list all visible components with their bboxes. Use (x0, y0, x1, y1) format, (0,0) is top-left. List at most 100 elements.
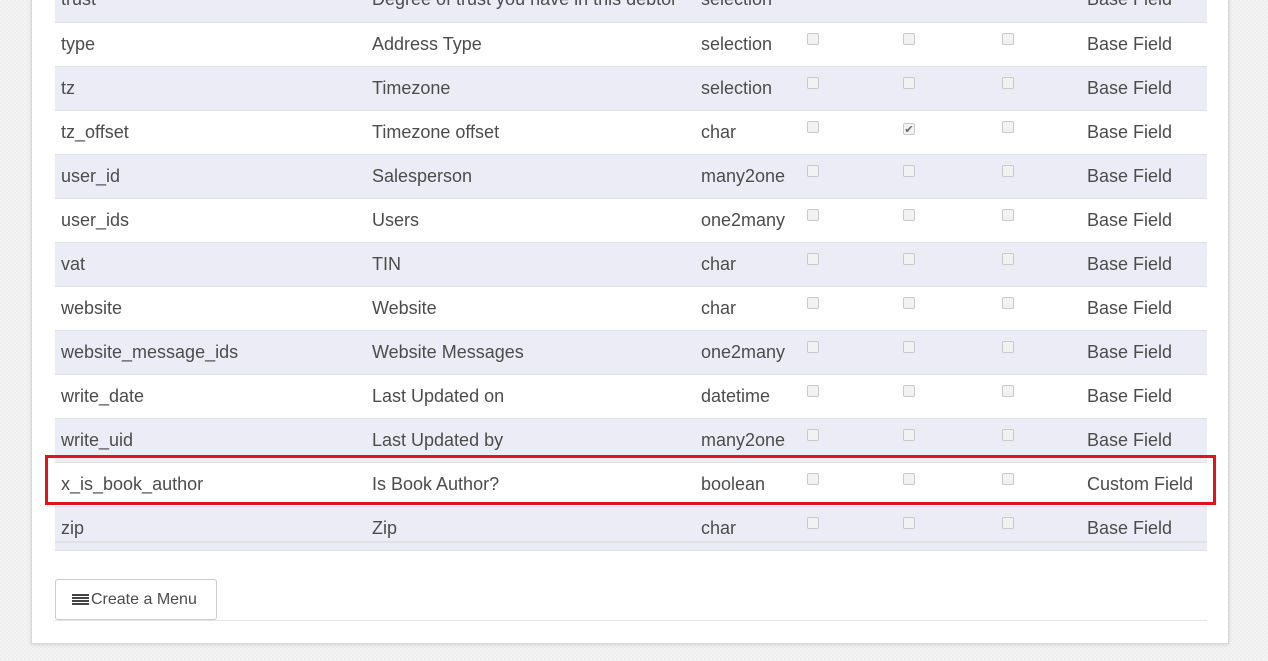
required-checkbox (807, 516, 819, 529)
fields-table: trustDegree of trust you have in this de… (55, 0, 1207, 551)
field-origin-cell: Base Field (1087, 209, 1173, 230)
table-row[interactable]: x_is_book_author Is Book Author? boolean Cu… (55, 462, 1207, 506)
readonly-checkbox (903, 340, 915, 353)
indexed-checkbox (1002, 340, 1014, 353)
field-origin-cell: Base Field (1081, 0, 1207, 22)
field-label-cell: Is Book Author? (372, 473, 500, 494)
table-row[interactable]: vat TIN char Base Field (55, 242, 1207, 286)
required-checkbox (807, 208, 819, 221)
field-type-cell: many2one (701, 165, 786, 186)
readonly-checkbox (903, 252, 915, 265)
field-label-cell: Zip (372, 517, 398, 538)
field-type-cell: one2many (701, 341, 786, 362)
readonly-checkbox (903, 296, 915, 309)
indexed-checkbox (1002, 32, 1014, 45)
field-label-cell: Address Type (372, 33, 482, 54)
field-type-cell: many2one (701, 429, 786, 450)
field-label-cell: Website (372, 297, 437, 318)
field-label-cell: Last Updated on (372, 385, 505, 406)
field-name-cell: x_is_book_author (61, 473, 204, 494)
field-name-cell: vat (61, 253, 86, 274)
footer-divider (55, 620, 1207, 621)
field-label-cell: Website Messages (372, 341, 524, 362)
table-row[interactable]: write_date Last Updated on datetime Base Fi… (55, 374, 1207, 418)
table-row[interactable]: tz Timezone selection Base Field (55, 66, 1207, 110)
table-row[interactable]: write_uid Last Updated by many2one Base Fie… (55, 418, 1207, 462)
required-checkbox (807, 164, 819, 177)
indexed-checkbox (1002, 120, 1014, 133)
list-icon (72, 593, 89, 606)
field-type-cell: one2many (701, 209, 786, 230)
table-row[interactable]: user_id Salesperson many2one Base Field (55, 154, 1207, 198)
field-name-cell: write_date (61, 385, 145, 406)
field-label-cell: Timezone (372, 77, 451, 98)
field-origin-cell: Base Field (1087, 517, 1173, 538)
table-bottom-divider (55, 550, 1207, 551)
field-type-cell: char (701, 297, 737, 318)
table-row[interactable]: trustDegree of trust you have in this de… (55, 0, 1207, 22)
field-origin-cell: Base Field (1087, 297, 1173, 318)
indexed-checkbox (1002, 384, 1014, 397)
required-checkbox (807, 32, 819, 45)
field-label-cell: Degree of trust you have in this debtor (366, 0, 695, 22)
field-type-cell: selection (695, 0, 800, 22)
table-row[interactable]: tz_offset Timezone offset char ✔ Base Field (55, 110, 1207, 154)
required-checkbox (807, 472, 819, 485)
readonly-checkbox (903, 428, 915, 441)
table-row[interactable]: type Address Type selection Base Field (55, 22, 1207, 66)
field-origin-cell: Base Field (1087, 33, 1173, 54)
create-menu-button[interactable]: Create a Menu (55, 579, 217, 620)
field-name-cell: user_id (61, 165, 121, 186)
field-origin-cell: Base Field (1087, 77, 1173, 98)
readonly-checkbox (903, 208, 915, 221)
field-type-cell: boolean (701, 473, 766, 494)
field-origin-cell: Base Field (1087, 385, 1173, 406)
readonly-checkbox (903, 472, 915, 485)
required-checkbox (807, 384, 819, 397)
table-row[interactable]: user_ids Users one2many Base Field (55, 198, 1207, 242)
required-checkbox (807, 340, 819, 353)
field-type-cell: datetime (701, 385, 771, 406)
indexed-checkbox (1002, 516, 1014, 529)
field-origin-cell: Base Field (1087, 253, 1173, 274)
field-origin-cell: Base Field (1087, 429, 1173, 450)
indexed-checkbox (1002, 252, 1014, 265)
required-checkbox (807, 120, 819, 133)
indexed-checkbox (1002, 472, 1014, 485)
create-menu-label: Create a Menu (91, 590, 197, 608)
readonly-checkbox (903, 164, 915, 177)
field-type-cell: selection (701, 33, 773, 54)
field-type-cell: char (701, 517, 737, 538)
field-name-cell: tz (61, 77, 76, 98)
indexed-checkbox (1002, 76, 1014, 89)
required-checkbox (807, 296, 819, 309)
indexed-checkbox (1002, 208, 1014, 221)
field-name-cell: tz_offset (61, 121, 129, 142)
readonly-checkbox (903, 32, 915, 45)
field-name-cell: user_ids (61, 209, 130, 230)
field-name-cell: trust (55, 0, 366, 22)
table-bottom-border (55, 541, 1207, 543)
field-name-cell: zip (61, 517, 85, 538)
field-type-cell: selection (701, 77, 773, 98)
table-row[interactable]: website Website char Base Field (55, 286, 1207, 330)
field-label-cell: Timezone offset (372, 121, 500, 142)
field-type-cell: char (701, 253, 737, 274)
field-name-cell: website (61, 297, 123, 318)
field-label-cell: Salesperson (372, 165, 473, 186)
readonly-checkbox: ✔ (903, 122, 915, 136)
field-name-cell: type (61, 33, 96, 54)
field-name-cell: write_uid (61, 429, 134, 450)
table-row[interactable]: website_message_ids Website Messages one2m… (55, 330, 1207, 374)
table-row[interactable]: zip Zip char Base Field (55, 506, 1207, 550)
readonly-checkbox (903, 516, 915, 529)
readonly-checkbox (903, 76, 915, 89)
required-checkbox (807, 428, 819, 441)
field-origin-cell: Base Field (1087, 121, 1173, 142)
field-origin-cell: Base Field (1087, 165, 1173, 186)
readonly-checkbox (903, 384, 915, 397)
field-origin-cell: Custom Field (1087, 473, 1194, 494)
field-type-cell: char (701, 121, 737, 142)
indexed-checkbox (1002, 296, 1014, 309)
indexed-checkbox (1002, 428, 1014, 441)
